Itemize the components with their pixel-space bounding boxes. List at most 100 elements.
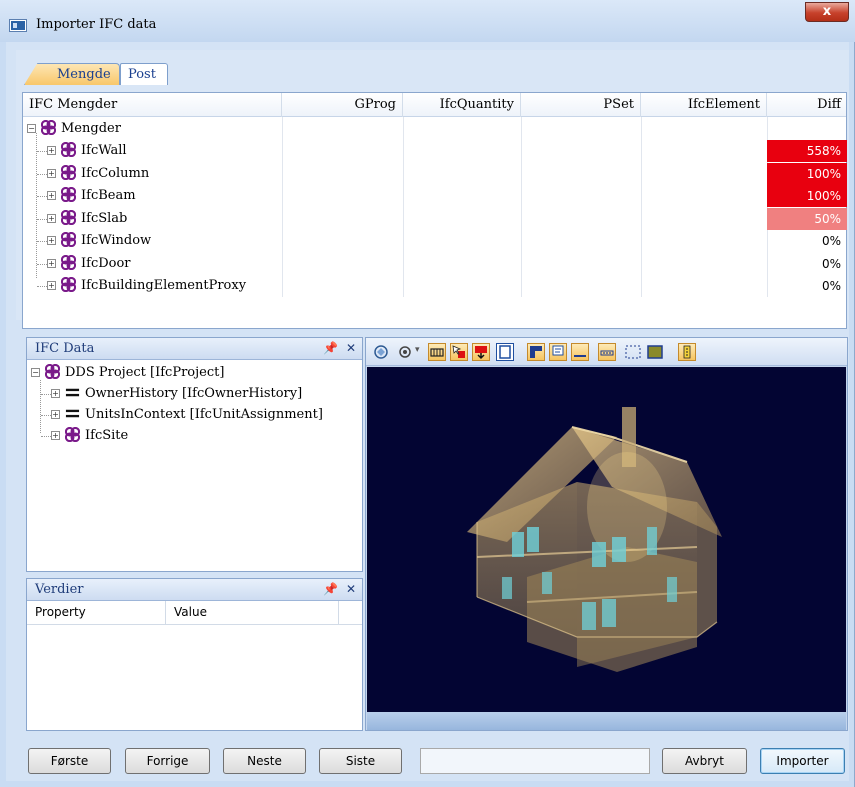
collapse-icon[interactable]: − [27,124,36,133]
column-header-pset[interactable]: PSet [521,93,641,117]
expand-icon[interactable]: + [47,168,56,178]
mengde-tab-panel: Mengde Post IFC Mengder GProg IfcQuantit… [16,50,849,329]
orbit-icon[interactable] [372,343,390,361]
tree-node-label: Mengder [61,121,121,136]
status-field [420,748,650,774]
dotted-box-icon[interactable] [624,343,642,361]
column-header-diff[interactable]: Diff [767,93,847,117]
column-header-ifcelement[interactable]: IfcElement [641,93,767,117]
client-area: Mengde Post IFC Mengder GProg IfcQuantit… [6,42,849,781]
select-object-icon[interactable] [396,343,414,361]
close-icon[interactable]: ✕ [346,341,356,355]
ifc-object-icon [61,142,76,157]
corner-icon[interactable] [527,343,545,361]
ifc-object-icon [61,164,76,180]
tree-node-label: UnitsInContext [IfcUnitAssignment] [85,407,323,422]
wall-icon[interactable] [428,343,446,361]
building-icon[interactable] [678,343,696,361]
tree-node-ifcwindow[interactable]: + IfcWindow [47,230,151,252]
pin-icon[interactable]: 📌 [323,341,338,355]
tree-line [37,286,47,287]
close-window-button[interactable]: x [805,2,849,22]
column-divider [521,117,522,297]
diff-cell: 100% [767,185,847,207]
cancel-button[interactable]: Avbryt [662,748,747,774]
tree-line [36,133,37,278]
building-model [467,407,722,672]
tree-line [37,173,47,175]
equals-icon [65,388,80,397]
3d-scene-canvas[interactable] [367,367,846,712]
tree-node-ifcdoor[interactable]: + IfcDoor [47,253,131,275]
property-grid-header: Property Value [27,601,362,625]
close-icon[interactable]: ✕ [346,582,356,596]
previous-button[interactable]: Forrige [125,748,210,774]
ifc-tree-node[interactable]: − DDS Project [IfcProject] [31,362,224,384]
pane-title: Verdier [35,582,84,597]
expand-icon[interactable]: + [51,431,60,440]
viewer-status-strip [367,712,846,730]
column-divider [641,117,642,297]
column-header-ifcquantity[interactable]: IfcQuantity [403,93,521,117]
tab-post[interactable]: Post [120,63,168,85]
expand-icon[interactable]: + [47,281,56,290]
collapse-icon[interactable]: − [31,368,40,377]
window-frame-icon[interactable] [496,343,514,361]
expand-icon[interactable]: + [47,191,56,200]
tab-mengde[interactable]: Mengde [24,63,120,85]
expand-icon[interactable]: + [47,146,56,155]
tree-node-label: IfcColumn [81,165,150,181]
tree-node-ifccolumn[interactable]: + IfcColumn [47,163,149,185]
column-divider [282,117,283,297]
tree-node-ifcbuildingelementproxy[interactable]: + IfcBuildingElementProxy [47,275,246,297]
ifc-object-icon [65,427,80,442]
tree-node-mengder[interactable]: − Mengder [27,118,121,140]
expand-icon[interactable]: + [47,236,56,245]
comment-icon[interactable] [549,343,567,361]
tree-line [37,263,47,265]
import-button[interactable]: Importer [760,748,845,774]
expand-icon[interactable]: + [47,258,56,268]
ifc-quantity-grid: IFC Mengder GProg IfcQuantity PSet IfcEl… [22,92,847,329]
pin-icon[interactable]: 📌 [323,582,338,596]
viewer-toolbar: ▾ [366,338,847,366]
column-header-gprog[interactable]: GProg [282,93,403,117]
tree-line [37,196,47,197]
ifc-data-pane: IFC Data 📌 ✕ − DDS Project [IfcProject] + Ow… [26,337,363,572]
tree-node-label: IfcWindow [81,233,152,248]
ifc-tree-node[interactable]: + UnitsInContext [IfcUnitAssignment] [51,404,323,426]
column-header-value[interactable]: Value [166,601,339,625]
column-header-property[interactable]: Property [27,601,166,625]
next-button[interactable]: Neste [223,748,306,774]
expand-icon[interactable]: + [51,389,60,398]
diff-cell: 100% [767,162,847,185]
ifc-object-icon [61,232,76,247]
tree-line [41,436,51,437]
column-header-ifc-mengder[interactable]: IFC Mengder [23,93,282,117]
ifc-object-icon [61,187,76,202]
tree-node-ifcbeam[interactable]: + IfcBeam [47,185,136,207]
tree-line [41,415,51,416]
grid-header: IFC Mengder GProg IfcQuantity PSet IfcEl… [23,93,846,117]
verdier-pane: Verdier 📌 ✕ Property Value [26,578,363,731]
ifc-tree-node[interactable]: + IfcSite [51,425,128,447]
ifc-object-icon [61,254,76,270]
line-icon[interactable] [571,343,589,361]
box-icon[interactable] [646,343,664,361]
expand-icon[interactable]: + [51,410,60,419]
arrow-select-icon[interactable] [450,343,468,361]
dots-icon[interactable] [598,343,616,361]
ifc-object-icon [45,364,60,379]
ifc-tree-node[interactable]: + OwnerHistory [IfcOwnerHistory] [51,383,302,405]
chevron-down-icon[interactable]: ▾ [415,343,423,361]
tree-line [37,218,47,220]
door-icon[interactable] [472,343,490,361]
diff-cell: 0% [821,279,841,293]
diff-cell: 558% [767,140,847,162]
expand-icon[interactable]: + [47,213,56,223]
tree-node-ifcslab[interactable]: + IfcSlab [47,208,127,230]
tree-node-label: IfcDoor [81,255,131,271]
first-button[interactable]: Første [28,748,111,774]
last-button[interactable]: Siste [319,748,402,774]
tree-node-ifcwall[interactable]: + IfcWall [47,140,127,162]
